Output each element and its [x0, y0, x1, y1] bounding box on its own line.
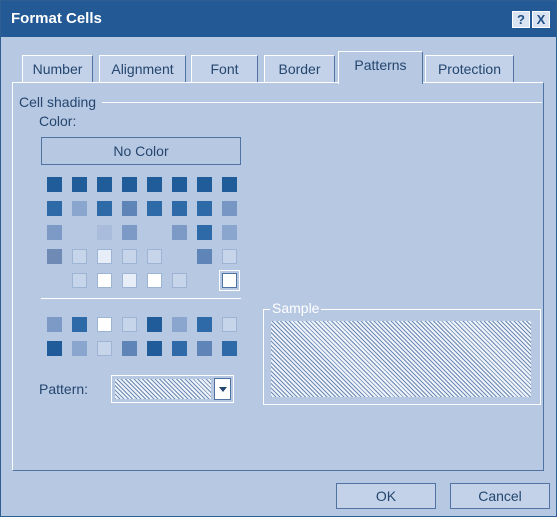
color-swatch[interactable] [197, 273, 212, 288]
chevron-down-icon[interactable] [214, 378, 231, 400]
color-swatch[interactable] [47, 177, 62, 192]
color-swatch[interactable] [72, 201, 87, 216]
color-swatch[interactable] [219, 270, 240, 291]
cancel-button[interactable]: Cancel [450, 483, 550, 509]
tab-number[interactable]: Number [22, 55, 93, 83]
color-swatch[interactable] [147, 201, 162, 216]
extra-color-swatch[interactable] [222, 317, 237, 332]
color-swatch[interactable] [172, 201, 187, 216]
extra-color-swatch[interactable] [147, 341, 162, 356]
color-swatch[interactable] [97, 177, 112, 192]
extra-color-swatch[interactable] [72, 341, 87, 356]
extra-color-swatch[interactable] [47, 341, 62, 356]
ok-button[interactable]: OK [336, 483, 436, 509]
color-swatch[interactable] [97, 273, 112, 288]
extra-color-swatch[interactable] [97, 341, 112, 356]
color-swatch[interactable] [197, 225, 212, 240]
color-swatch[interactable] [47, 201, 62, 216]
tab-font[interactable]: Font [191, 55, 258, 83]
tab-border[interactable]: Border [264, 55, 335, 83]
cell-shading-label: Cell shading [19, 94, 103, 110]
color-swatch[interactable] [47, 273, 62, 288]
color-swatch[interactable] [122, 177, 137, 192]
color-swatch[interactable] [172, 225, 187, 240]
extra-color-swatch[interactable] [122, 341, 137, 356]
color-swatch[interactable] [172, 249, 187, 264]
no-color-button[interactable]: No Color [41, 137, 241, 165]
sample-preview [271, 321, 531, 397]
color-swatch[interactable] [172, 177, 187, 192]
color-swatch[interactable] [122, 273, 137, 288]
help-button[interactable]: ? [512, 11, 530, 28]
color-swatch[interactable] [122, 201, 137, 216]
extra-color-swatch[interactable] [97, 317, 112, 332]
color-swatch[interactable] [122, 249, 137, 264]
tab-strip: Number Alignment Font Border Patterns Pr… [1, 51, 557, 84]
extra-color-swatch[interactable] [197, 341, 212, 356]
extra-color-swatch[interactable] [197, 317, 212, 332]
color-swatch[interactable] [122, 225, 137, 240]
color-swatch[interactable] [197, 249, 212, 264]
pattern-label: Pattern: [39, 381, 89, 397]
color-swatch[interactable] [222, 225, 237, 240]
tab-patterns[interactable]: Patterns [338, 51, 423, 84]
color-swatch[interactable] [72, 249, 87, 264]
color-swatch[interactable] [147, 177, 162, 192]
extra-color-swatch[interactable] [122, 317, 137, 332]
color-swatch[interactable] [97, 201, 112, 216]
color-swatch[interactable] [47, 225, 62, 240]
color-label: Color: [39, 113, 77, 129]
extra-color-swatch[interactable] [147, 317, 162, 332]
color-swatch[interactable] [222, 201, 237, 216]
color-swatch[interactable] [147, 249, 162, 264]
color-swatch[interactable] [97, 249, 112, 264]
color-swatch[interactable] [72, 225, 87, 240]
color-swatch[interactable] [47, 249, 62, 264]
tab-protection[interactable]: Protection [425, 55, 514, 83]
extra-color-swatch[interactable] [172, 341, 187, 356]
pattern-preview [115, 379, 211, 399]
color-swatch[interactable] [197, 201, 212, 216]
color-swatch[interactable] [222, 177, 237, 192]
extra-color-swatch[interactable] [72, 317, 87, 332]
extra-color-swatch[interactable] [222, 341, 237, 356]
extra-color-swatch[interactable] [47, 317, 62, 332]
color-swatch[interactable] [72, 177, 87, 192]
color-swatch[interactable] [72, 273, 87, 288]
palette-separator [41, 298, 241, 299]
color-swatch[interactable] [197, 177, 212, 192]
sample-label: Sample [270, 300, 322, 316]
format-cells-dialog: Format Cells ? X Number Alignment Font B… [0, 0, 557, 517]
close-button[interactable]: X [532, 11, 550, 28]
pattern-dropdown[interactable] [111, 375, 234, 403]
dialog-title: Format Cells [11, 10, 102, 27]
title-bar: Format Cells ? X [1, 1, 556, 37]
color-swatch[interactable] [97, 225, 112, 240]
color-swatch[interactable] [147, 225, 162, 240]
extra-color-swatch[interactable] [172, 317, 187, 332]
color-swatch[interactable] [222, 249, 237, 264]
color-swatch[interactable] [172, 273, 187, 288]
color-swatch[interactable] [147, 273, 162, 288]
tab-alignment[interactable]: Alignment [99, 55, 186, 83]
